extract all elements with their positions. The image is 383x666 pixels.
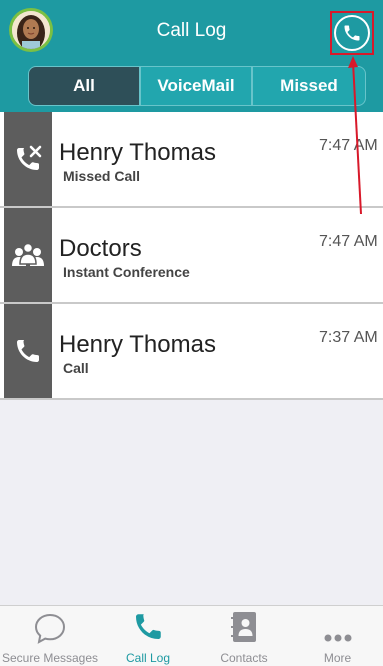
tab-secure-messages[interactable]: Secure Messages (0, 606, 100, 666)
bottom-tab-bar: Secure Messages Call Log Contacts More (0, 605, 383, 666)
call-log-list: Henry Thomas Missed Call 7:47 AM Doctors… (0, 112, 383, 400)
tab-label: More (323, 651, 352, 665)
phone-icon (135, 614, 161, 640)
tab-label: Secure Messages (1, 651, 99, 665)
call-time: 7:47 AM (319, 137, 378, 154)
page-title: Call Log (156, 20, 227, 41)
phone-icon (4, 304, 52, 398)
more-dots-icon (324, 634, 351, 642)
call-log-screen: Call Log All VoiceMail Missed Henry Thom… (0, 0, 383, 666)
tab-contacts[interactable]: Contacts (196, 606, 292, 666)
caller-name: Henry Thomas (59, 331, 216, 358)
chat-bubble-icon (34, 613, 66, 644)
segment-voicemail[interactable]: VoiceMail (140, 66, 252, 106)
call-type: Call (63, 360, 89, 376)
caller-name: Henry Thomas (59, 139, 216, 166)
tab-call-log[interactable]: Call Log (100, 606, 196, 666)
call-log-row[interactable]: Doctors Instant Conference 7:47 AM (0, 208, 383, 304)
tab-more[interactable]: More (292, 606, 383, 666)
call-type: Missed Call (63, 168, 141, 184)
segment-missed[interactable]: Missed (252, 66, 366, 106)
filter-segment-bar: All VoiceMail Missed (0, 60, 383, 112)
call-type: Instant Conference (63, 264, 190, 280)
group-icon (4, 208, 52, 302)
call-log-row[interactable]: Henry Thomas Call 7:37 AM (0, 304, 383, 400)
call-log-row[interactable]: Henry Thomas Missed Call 7:47 AM (0, 112, 383, 208)
segment-all[interactable]: All (28, 66, 140, 106)
contacts-book-icon (231, 612, 256, 642)
tab-label: Contacts (220, 651, 268, 665)
empty-list-area (0, 400, 383, 605)
tab-label: Call Log (125, 651, 171, 665)
call-time: 7:47 AM (319, 233, 378, 250)
call-time: 7:37 AM (319, 329, 378, 346)
missed-call-icon (4, 112, 52, 206)
caller-name: Doctors (59, 235, 142, 262)
header-bar: Call Log (0, 0, 383, 60)
annotation-highlight-box (330, 11, 374, 55)
